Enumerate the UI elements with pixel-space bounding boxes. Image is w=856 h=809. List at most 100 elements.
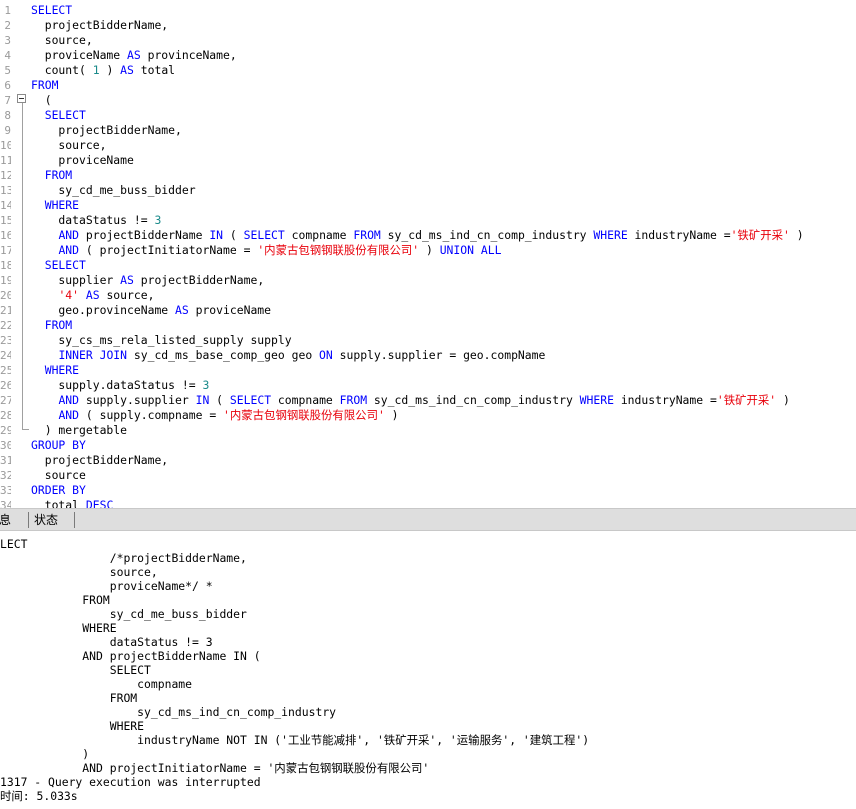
output-line: industryName NOT IN ('工业节能减排', '铁矿开采', '… [0,733,590,747]
code-text: ORDER BY [31,483,86,498]
sql-keyword: UNION ALL [439,243,502,257]
code-line[interactable]: 23 sy_cs_ms_rela_listed_supply supply [0,333,856,348]
code-line[interactable]: 6 FROM [0,78,856,93]
sql-token: sy_cs_ms_rela_listed_supply supply [31,333,292,347]
sql-token: compname [284,228,354,242]
output-line: compname [0,677,193,691]
code-line[interactable]: 13 sy_cd_me_buss_bidder [0,183,856,198]
code-line[interactable]: 25 WHERE [0,363,856,378]
code-line[interactable]: 11 proviceName [0,153,856,168]
code-line[interactable]: 3 source, [0,33,856,48]
sql-string: '铁矿开采' [716,393,777,407]
code-text: INNER JOIN sy_cd_ms_base_comp_geo geo ON… [31,348,545,363]
sql-string: '内蒙古包钢钢联股份有限公司' [257,243,420,257]
output-line: ) [0,747,90,761]
code-text: SELECT [31,258,86,273]
code-line[interactable]: 10 source, [0,138,856,153]
line-number: 25 [0,364,11,377]
code-line[interactable]: 32 source [0,468,856,483]
tab-message[interactable]: 息 [0,511,11,530]
code-line[interactable]: 34 total DESC [0,498,856,508]
line-number: 34 [0,499,11,508]
sql-token: ) mergetable [31,423,128,437]
sql-token: ( [31,93,52,107]
code-text: supply.dataStatus != 3 [31,378,209,393]
code-text: SELECT [31,3,72,18]
sql-token: supply.supplier [79,393,196,407]
code-text: '4' AS source, [31,288,154,303]
code-line[interactable]: 9 projectBidderName, [0,123,856,138]
sql-keyword: AS [120,63,134,77]
line-number: 14 [0,199,11,212]
code-line[interactable]: 24 INNER JOIN sy_cd_ms_base_comp_geo geo… [0,348,856,363]
code-line[interactable]: 8 SELECT [0,108,856,123]
code-line[interactable]: 26 supply.dataStatus != 3 [0,378,856,393]
sql-keyword: AS [175,303,189,317]
sql-token: sy_cd_me_buss_bidder [31,183,196,197]
output-line: proviceName*/ * [0,579,213,593]
line-number: 3 [4,34,11,47]
line-number: 26 [0,379,11,392]
tab-status[interactable]: 状态 [34,511,58,530]
code-line[interactable]: 18 SELECT [0,258,856,273]
code-text: supplier AS projectBidderName, [31,273,264,288]
code-line[interactable]: 2 projectBidderName, [0,18,856,33]
code-line[interactable]: 19 supplier AS projectBidderName, [0,273,856,288]
line-number: 28 [0,409,11,422]
code-line[interactable]: 1 SELECT [0,3,856,18]
code-line[interactable]: 28 AND ( supply.compname = '内蒙古包钢钢联股份有限公… [0,408,856,423]
code-line[interactable]: 7 ( [0,93,856,108]
code-line[interactable]: 17 AND ( projectInitiatorName = '内蒙古包钢钢联… [0,243,856,258]
sql-editor[interactable]: 1 SELECT 2 projectBidderName, 3 source, 4 pr… [0,0,856,508]
output-line: WHERE [0,719,145,733]
line-number: 2 [4,19,11,32]
code-line[interactable]: 4 proviceName AS provinceName, [0,48,856,63]
code-line[interactable]: 31 projectBidderName, [0,453,856,468]
sql-token: source [31,468,86,482]
output-line: source, [0,565,158,579]
code-line[interactable]: 33 ORDER BY [0,483,856,498]
line-number: 31 [0,454,11,467]
code-line[interactable]: 16 AND projectBidderName IN ( SELECT com… [0,228,856,243]
code-line[interactable]: 12 FROM [0,168,856,183]
code-line[interactable]: 22 FROM [0,318,856,333]
sql-keyword: SELECT [44,108,86,122]
sql-token: count( [31,63,93,77]
line-number: 30 [0,439,11,452]
sql-keyword: GROUP BY [31,438,86,452]
code-text: projectBidderName, [31,123,181,138]
code-text: count( 1 ) AS total [31,63,175,78]
sql-number: 3 [154,213,162,227]
sql-keyword: SELECT [44,258,86,272]
line-number: 15 [0,214,11,227]
sql-token: ) [419,243,440,257]
code-line[interactable]: 27 AND supply.supplier IN ( SELECT compn… [0,393,856,408]
code-line[interactable]: 15 dataStatus != 3 [0,213,856,228]
output-line: FROM [0,691,138,705]
code-line[interactable]: 5 count( 1 ) AS total [0,63,856,78]
code-line[interactable]: 21 geo.provinceName AS proviceName [0,303,856,318]
code-text: proviceName AS provinceName, [31,48,237,63]
sql-token: source, [31,138,107,152]
sql-keyword: FROM [44,318,73,332]
line-number: 9 [4,124,11,137]
sql-token: supply.dataStatus != [31,378,203,392]
code-line[interactable]: 14 WHERE [0,198,856,213]
sql-token: projectBidderName, [31,453,169,467]
sql-keyword: INNER JOIN [58,348,128,362]
sql-token: compname [271,393,340,407]
code-text: WHERE [31,363,79,378]
sql-token: ) [789,228,804,242]
code-line[interactable]: 30 GROUP BY [0,438,856,453]
sql-token: sy_cd_ms_base_comp_geo geo [127,348,320,362]
code-line[interactable]: 20 '4' AS source, [0,288,856,303]
sql-token: ) [384,408,399,422]
code-text: ( [31,93,52,108]
line-number: 22 [0,319,11,332]
code-text: GROUP BY [31,438,86,453]
code-text: AND projectBidderName IN ( SELECT compna… [31,228,804,243]
code-line[interactable]: 29 ) mergetable [0,423,856,438]
